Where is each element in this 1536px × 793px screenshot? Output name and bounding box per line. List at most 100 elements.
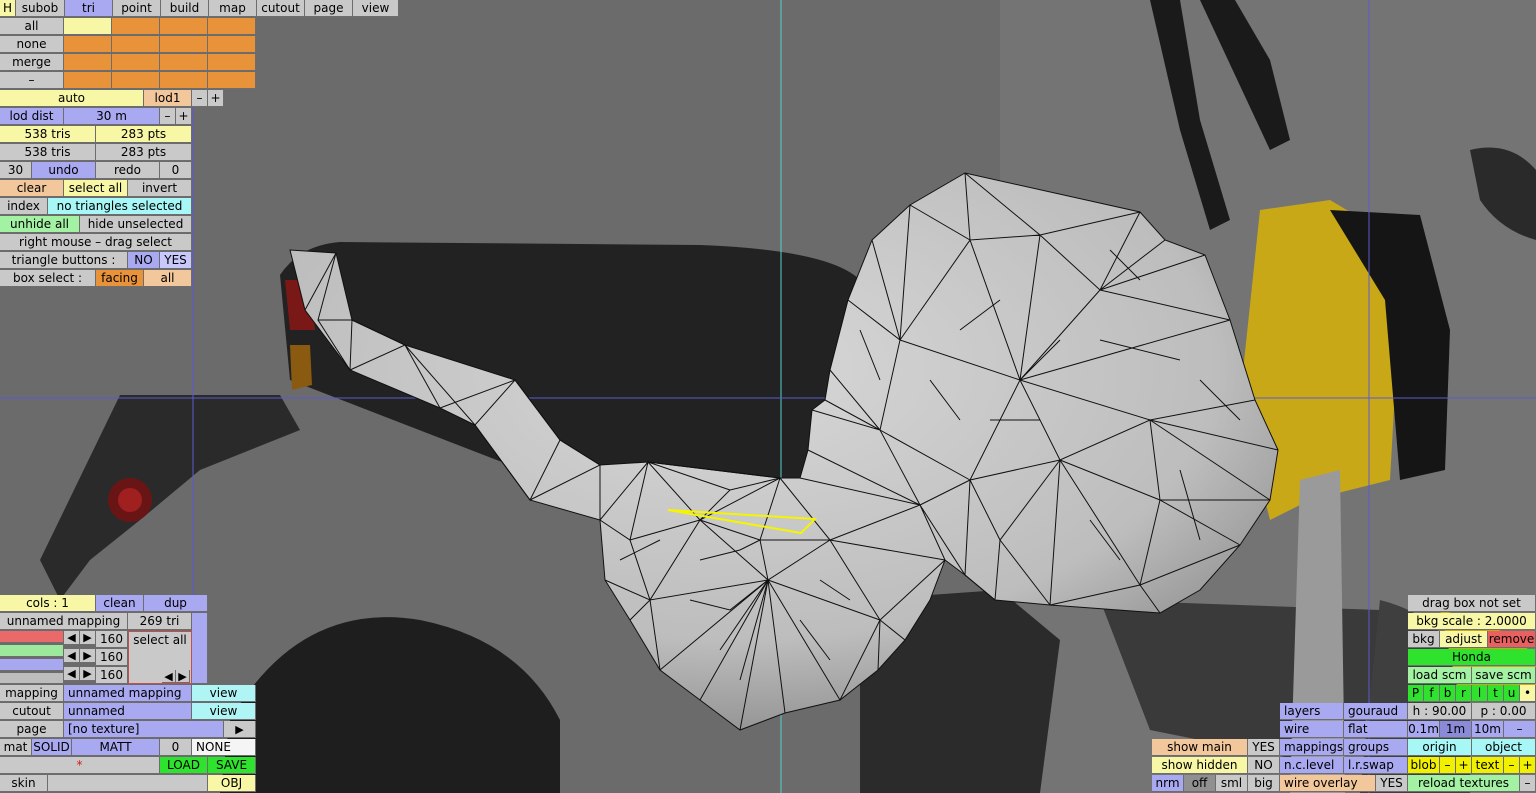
view-f-button[interactable]: f bbox=[1424, 685, 1440, 702]
group-slot[interactable] bbox=[160, 36, 208, 53]
next-color-arrow-icon[interactable]: ▶ bbox=[176, 670, 190, 683]
lod-minus-button[interactable]: – bbox=[192, 90, 208, 107]
invert-button[interactable]: invert bbox=[128, 180, 192, 197]
lod-dist-plus[interactable]: + bbox=[176, 108, 192, 125]
mappings-button[interactable]: mappings bbox=[1280, 739, 1344, 756]
blue-inc-arrow-icon[interactable]: ▶ bbox=[80, 667, 96, 681]
bkg-remove-button[interactable]: remove bbox=[1488, 631, 1536, 648]
mapping-scrollbar[interactable] bbox=[192, 613, 208, 684]
lod-auto-button[interactable]: auto bbox=[0, 90, 144, 107]
red-inc-arrow-icon[interactable]: ▶ bbox=[80, 631, 96, 645]
bkg-button[interactable]: bkg bbox=[1408, 631, 1440, 648]
reload-minus-button[interactable]: – bbox=[1520, 775, 1536, 792]
mapping-value[interactable]: unnamed mapping bbox=[64, 685, 192, 702]
tab-point[interactable]: point bbox=[113, 0, 161, 17]
select-all-tris-button[interactable]: select all bbox=[64, 180, 128, 197]
tab-view[interactable]: view bbox=[353, 0, 399, 17]
group-slot[interactable] bbox=[160, 54, 208, 71]
group-slot[interactable] bbox=[112, 72, 160, 89]
blue-slider[interactable] bbox=[0, 659, 64, 671]
merge-button[interactable]: merge bbox=[0, 54, 64, 71]
group-slot[interactable] bbox=[208, 54, 256, 71]
triangle-buttons-no[interactable]: NO bbox=[128, 252, 160, 269]
view-t-button[interactable]: t bbox=[1488, 685, 1504, 702]
origin-button[interactable]: origin bbox=[1408, 739, 1472, 756]
step-0-1m-button[interactable]: 0.1m bbox=[1408, 721, 1440, 738]
red-slider[interactable] bbox=[0, 631, 64, 643]
save-scm-button[interactable]: save scm bbox=[1472, 667, 1536, 684]
mat-name[interactable]: NONE bbox=[192, 739, 256, 756]
group-slot[interactable] bbox=[208, 72, 256, 89]
group-slot[interactable] bbox=[112, 54, 160, 71]
lod-dist-value[interactable]: 30 m bbox=[64, 108, 160, 125]
text-button[interactable]: text bbox=[1472, 757, 1504, 774]
group-slot[interactable] bbox=[208, 36, 256, 53]
wire-button[interactable]: wire bbox=[1280, 721, 1344, 738]
tab-map[interactable]: map bbox=[209, 0, 257, 17]
lod-dist-minus[interactable]: – bbox=[160, 108, 176, 125]
viewport[interactable] bbox=[0, 0, 1536, 793]
nc-level-button[interactable]: n.c.level bbox=[1280, 757, 1344, 774]
view-l-button[interactable]: l bbox=[1472, 685, 1488, 702]
skin-value[interactable] bbox=[48, 775, 208, 792]
object-button[interactable]: object bbox=[1472, 739, 1536, 756]
green-dec-arrow-icon[interactable]: ◀ bbox=[64, 649, 80, 663]
green-inc-arrow-icon[interactable]: ▶ bbox=[80, 649, 96, 663]
tab-subob[interactable]: subob bbox=[16, 0, 65, 17]
load-scm-button[interactable]: load scm bbox=[1408, 667, 1472, 684]
bkg-scale[interactable]: bkg scale : 2.0000 bbox=[1408, 613, 1536, 630]
view-p-button[interactable]: P bbox=[1408, 685, 1424, 702]
cols-label[interactable]: cols : 1 bbox=[0, 595, 96, 612]
unhide-all-button[interactable]: unhide all bbox=[0, 216, 80, 233]
normals-big-button[interactable]: big bbox=[1248, 775, 1280, 792]
groups-button[interactable]: groups bbox=[1344, 739, 1408, 756]
bkg-adjust-button[interactable]: adjust bbox=[1440, 631, 1488, 648]
tab-tri[interactable]: tri bbox=[65, 0, 113, 17]
tab-build[interactable]: build bbox=[161, 0, 209, 17]
red-dec-arrow-icon[interactable]: ◀ bbox=[64, 631, 80, 645]
obj-button[interactable]: OBJ bbox=[208, 775, 256, 792]
box-select-all[interactable]: all bbox=[144, 270, 192, 287]
view-u-button[interactable]: u bbox=[1504, 685, 1520, 702]
group-slot[interactable] bbox=[64, 18, 112, 35]
show-hidden-value[interactable]: NO bbox=[1248, 757, 1280, 774]
show-main-value[interactable]: YES bbox=[1248, 739, 1280, 756]
group-slot[interactable] bbox=[64, 54, 112, 71]
reload-textures-button[interactable]: reload textures bbox=[1408, 775, 1520, 792]
normals-off-button[interactable]: off bbox=[1184, 775, 1216, 792]
step-1m-button[interactable]: 1m bbox=[1440, 721, 1472, 738]
prev-color-arrow-icon[interactable]: ◀ bbox=[162, 670, 176, 683]
clean-button[interactable]: clean bbox=[96, 595, 144, 612]
lod-plus-button[interactable]: + bbox=[208, 90, 224, 107]
lr-swap-button[interactable]: l.r.swap bbox=[1344, 757, 1408, 774]
heading-value[interactable]: h : 90.00 bbox=[1408, 703, 1472, 720]
page-value[interactable]: [no texture] bbox=[64, 721, 224, 738]
view-dot-button[interactable]: • bbox=[1520, 685, 1536, 702]
subtract-button[interactable]: – bbox=[0, 72, 64, 89]
clear-button[interactable]: clear bbox=[0, 180, 64, 197]
mat-matt-button[interactable]: MATT bbox=[72, 739, 160, 756]
tab-cutout[interactable]: cutout bbox=[257, 0, 305, 17]
wire-overlay-value[interactable]: YES bbox=[1376, 775, 1408, 792]
layers-button[interactable]: layers bbox=[1280, 703, 1344, 720]
group-slot[interactable] bbox=[112, 18, 160, 35]
gouraud-button[interactable]: gouraud bbox=[1344, 703, 1408, 720]
blob-minus-button[interactable]: – bbox=[1440, 757, 1456, 774]
group-slot[interactable] bbox=[64, 36, 112, 53]
mat-save-button[interactable]: SAVE bbox=[208, 757, 256, 774]
text-minus-button[interactable]: – bbox=[1504, 757, 1520, 774]
normals-sml-button[interactable]: sml bbox=[1216, 775, 1248, 792]
flat-button[interactable]: flat bbox=[1344, 721, 1408, 738]
tab-page[interactable]: page bbox=[305, 0, 353, 17]
box-select-facing[interactable]: facing bbox=[96, 270, 144, 287]
show-hidden-label[interactable]: show hidden bbox=[1152, 757, 1248, 774]
show-main-label[interactable]: show main bbox=[1152, 739, 1248, 756]
step-minus-button[interactable]: – bbox=[1504, 721, 1536, 738]
alpha-slider[interactable] bbox=[0, 673, 64, 684]
blob-button[interactable]: blob bbox=[1408, 757, 1440, 774]
normals-nrm-button[interactable]: nrm bbox=[1152, 775, 1184, 792]
cutout-value[interactable]: unnamed bbox=[64, 703, 192, 720]
mat-solid-button[interactable]: SOLID bbox=[32, 739, 72, 756]
undo-button[interactable]: undo bbox=[32, 162, 96, 179]
group-slot[interactable] bbox=[64, 72, 112, 89]
